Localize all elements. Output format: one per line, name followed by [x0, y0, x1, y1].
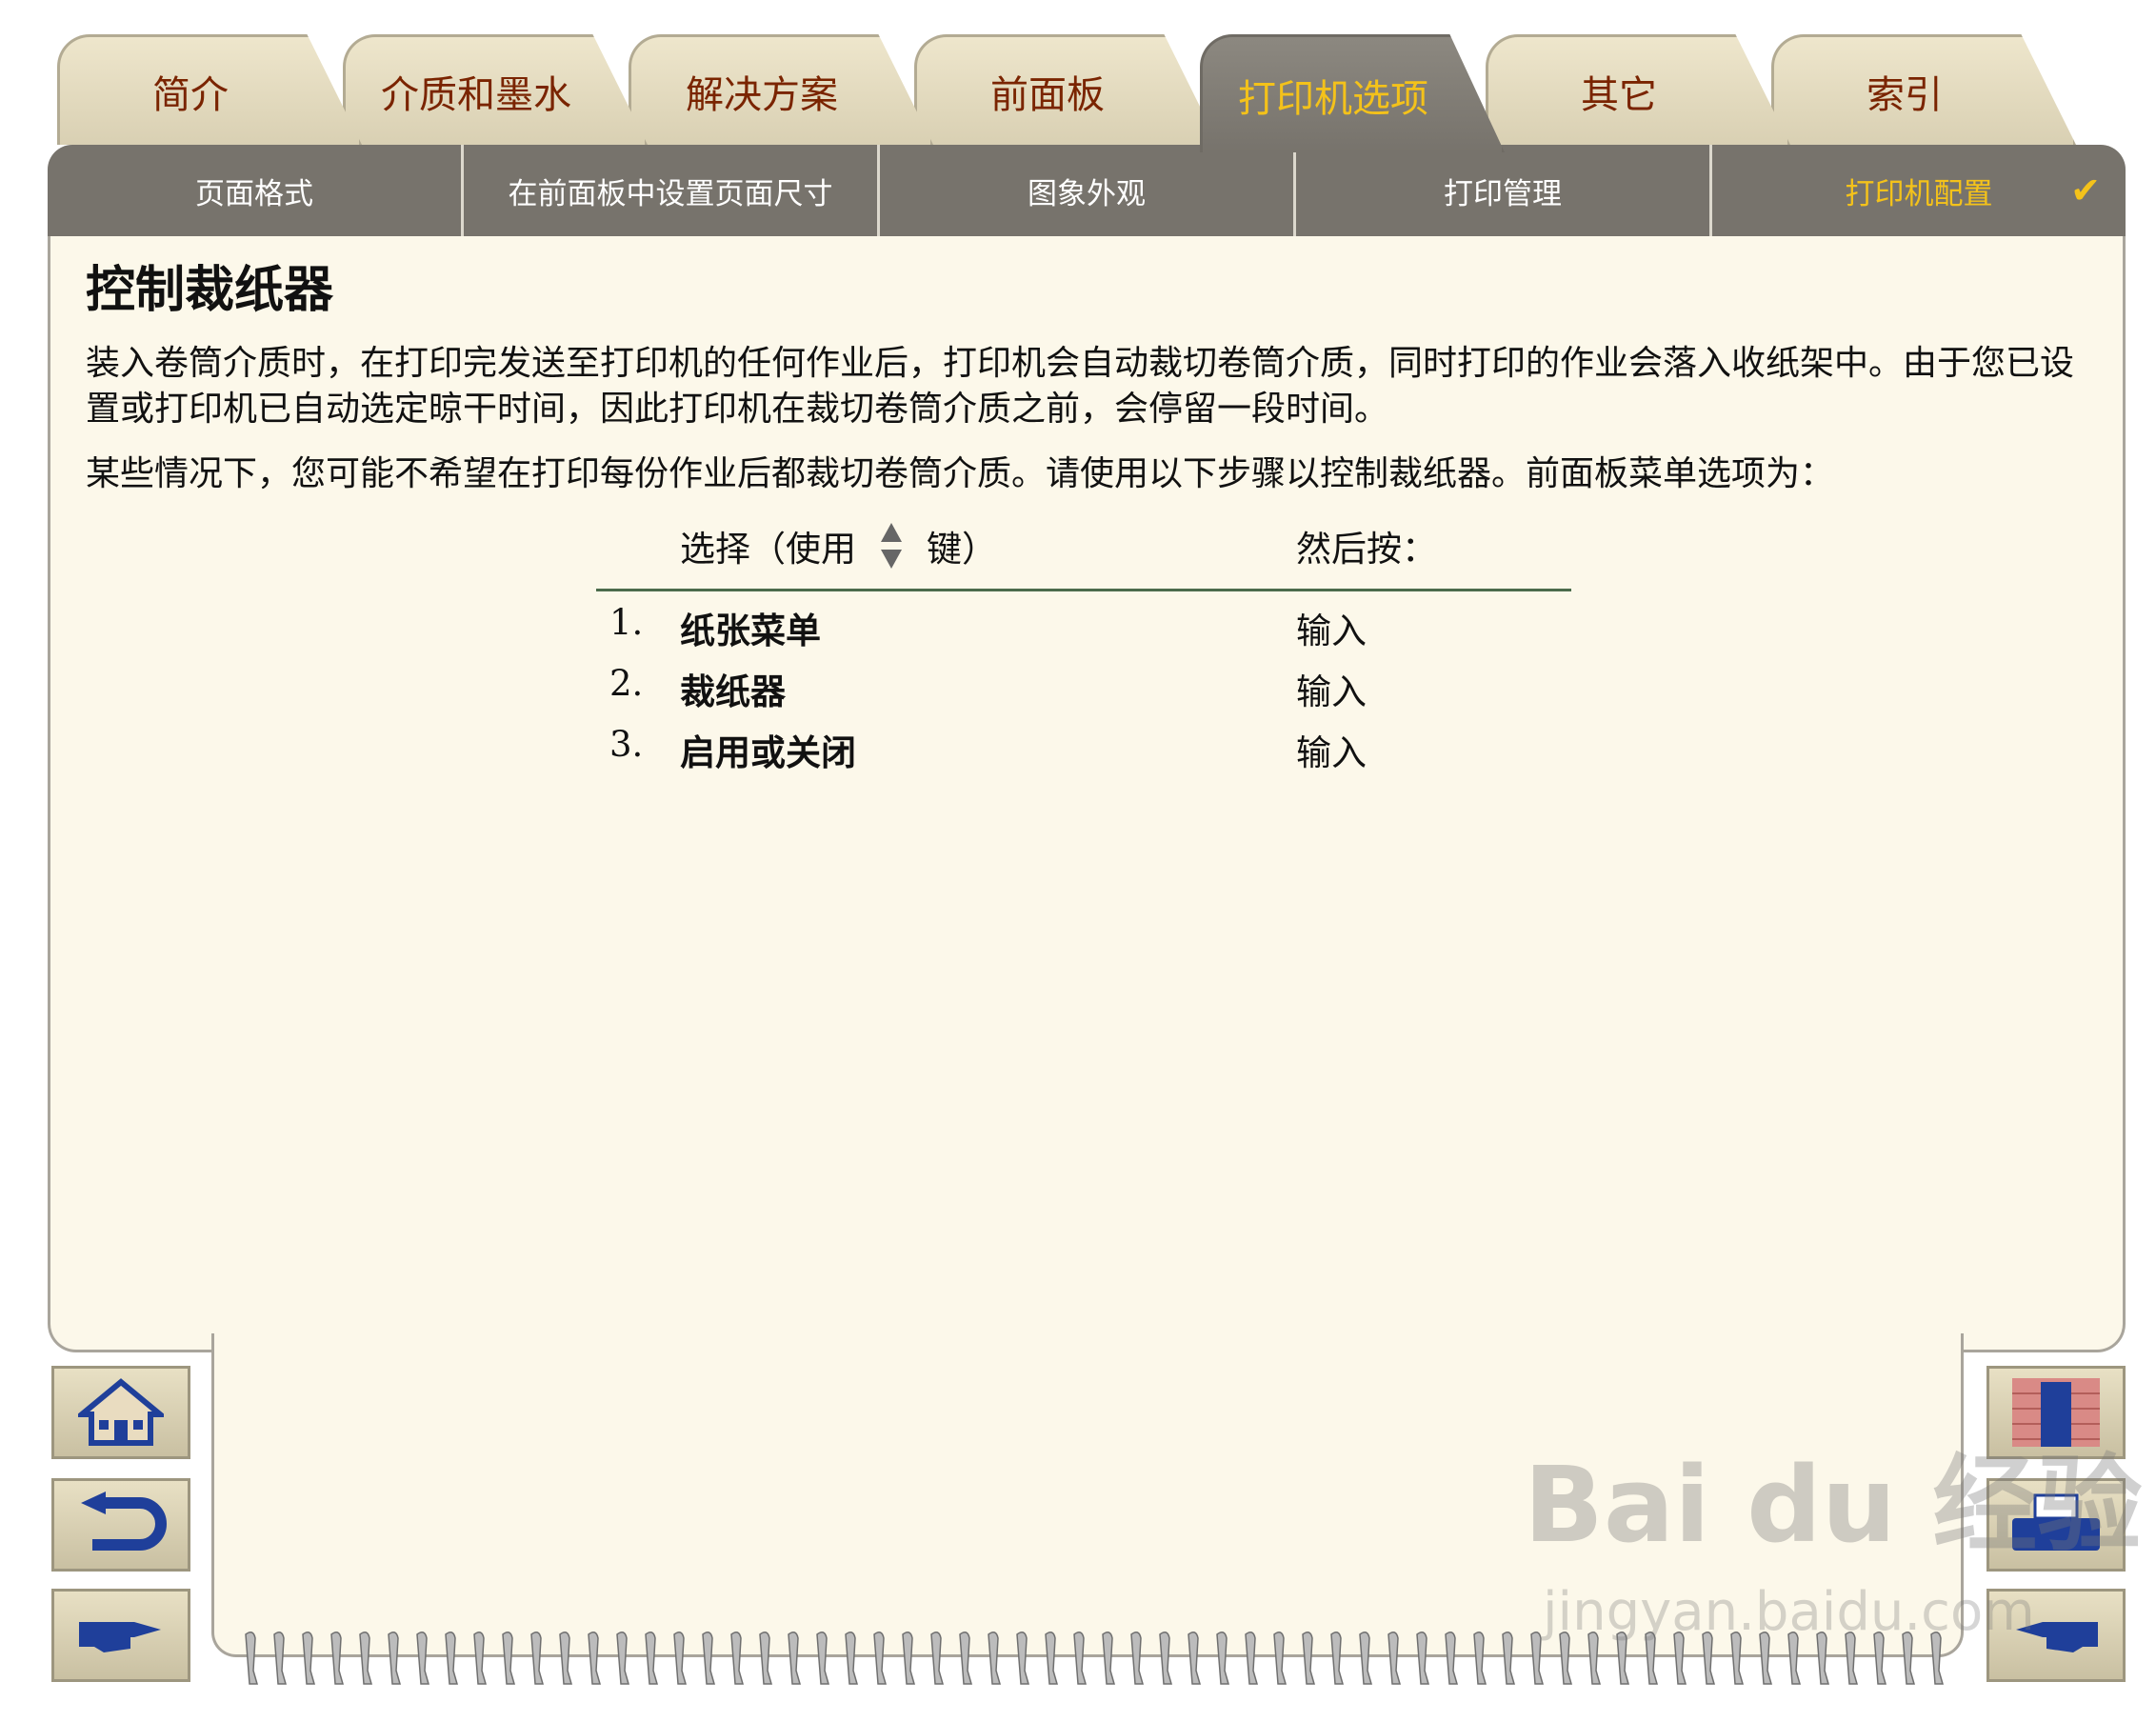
- next-page-icon: [79, 1622, 161, 1652]
- subnav-item-printer-config[interactable]: 打印机配置 ✔: [1712, 145, 2126, 236]
- table-divider: [596, 589, 1571, 591]
- header-select-prefix: 选择（使用: [680, 529, 856, 570]
- subnav-item-image-appearance[interactable]: 图象外观: [880, 145, 1296, 236]
- step-select: 裁纸器: [680, 671, 786, 712]
- column-header-select: 选择（使用 键）: [680, 520, 997, 571]
- instruction-paragraph: 某些情况下，您可能不希望在打印每份作业后都裁切卷筒介质。请使用以下步骤以控制裁纸…: [86, 454, 1835, 493]
- subnav-label: 在前面板中设置页面尺寸: [508, 176, 833, 211]
- back-icon: [81, 1492, 167, 1551]
- main-tabs: 简介 介质和墨水 解决方案 前面板 打印机选项 其它 索引: [57, 34, 2114, 152]
- up-down-arrows-icon: [881, 523, 902, 569]
- step-number: 1.: [609, 602, 644, 643]
- table-row: 3. 启用或关闭 输入: [596, 724, 1571, 781]
- header-select-suffix: 键）: [927, 529, 997, 570]
- tab-label: 解决方案: [686, 72, 838, 117]
- tab-index[interactable]: 索引: [1771, 34, 2076, 145]
- step-number: 3.: [609, 724, 644, 765]
- table-row: 1. 纸张菜单 输入: [596, 602, 1571, 659]
- subnav-label: 页面格式: [195, 176, 313, 211]
- checkmark-icon: ✔: [2070, 170, 2101, 211]
- tab-label: 打印机选项: [1238, 76, 1428, 121]
- tab-solutions[interactable]: 解决方案: [629, 34, 933, 145]
- subnav-label: 图象外观: [1028, 176, 1146, 211]
- subnav-label: 打印机配置: [1845, 176, 1993, 211]
- tab-label: 介质和墨水: [381, 72, 571, 117]
- page-join: [214, 1329, 1961, 1357]
- intro-paragraph: 装入卷筒介质时，在打印完发送至打印机的任何作业后，打印机会自动裁切卷筒介质，同时…: [86, 344, 2075, 429]
- tab-label: 其它: [1581, 72, 1657, 117]
- tab-front-panel[interactable]: 前面板: [914, 34, 1219, 145]
- step-then: 输入: [1296, 671, 1367, 712]
- subnav-item-print-management[interactable]: 打印管理: [1296, 145, 1712, 236]
- subnav-label: 打印管理: [1444, 176, 1562, 211]
- table-row: 2. 裁纸器 输入: [596, 663, 1571, 720]
- tab-other[interactable]: 其它: [1486, 34, 1790, 145]
- subnav-item-page-format[interactable]: 页面格式: [48, 145, 464, 236]
- step-number: 2.: [609, 663, 644, 704]
- tab-intro[interactable]: 简介: [57, 34, 362, 145]
- home-icon: [78, 1378, 164, 1446]
- tab-printer-options[interactable]: 打印机选项: [1200, 34, 1505, 152]
- tab-label: 简介: [152, 72, 229, 117]
- tab-media-ink[interactable]: 介质和墨水: [343, 34, 648, 145]
- next-page-button[interactable]: [51, 1589, 190, 1682]
- step-select: 启用或关闭: [680, 731, 856, 773]
- home-button[interactable]: [51, 1366, 190, 1459]
- tab-label: 前面板: [990, 72, 1105, 117]
- step-then: 输入: [1296, 732, 1367, 773]
- column-header-then: 然后按：: [1296, 529, 1437, 570]
- tab-label: 索引: [1867, 72, 1943, 117]
- watermark-url: jingyan.baidu.com: [1543, 1581, 2035, 1643]
- page-title: 控制裁纸器: [86, 262, 334, 319]
- sub-navigation: 页面格式 在前面板中设置页面尺寸 图象外观 打印管理 打印机配置 ✔: [48, 145, 2126, 236]
- back-button[interactable]: [51, 1478, 190, 1572]
- watermark-logo: Bai du 经验: [1524, 1444, 2143, 1566]
- step-then: 输入: [1296, 611, 1367, 651]
- step-select: 纸张菜单: [680, 610, 821, 651]
- subnav-item-set-page-size[interactable]: 在前面板中设置页面尺寸: [464, 145, 880, 236]
